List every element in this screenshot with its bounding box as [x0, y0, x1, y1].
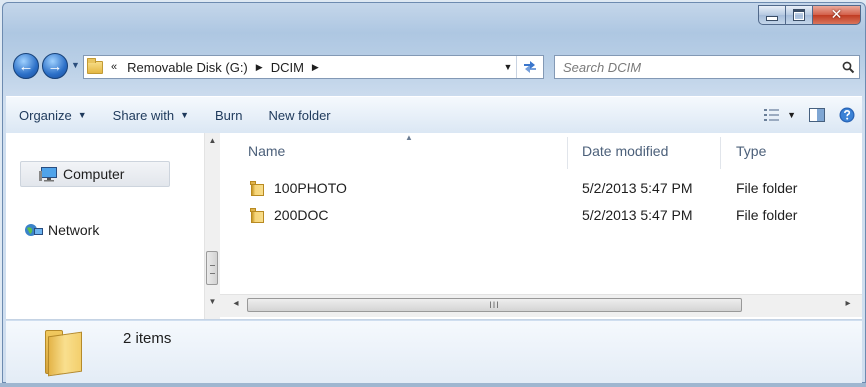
help-icon [839, 107, 855, 123]
table-row[interactable]: 100PHOTO 5/2/2013 5:47 PM File folder [220, 177, 862, 199]
maximize-icon [793, 9, 805, 21]
folder-icon [250, 207, 266, 223]
column-divider[interactable] [567, 137, 568, 169]
navigation-pane-scrollbar[interactable]: ▲ ▼ [204, 133, 220, 319]
computer-icon [39, 166, 59, 182]
scroll-up-icon[interactable]: ▲ [205, 133, 220, 149]
breadcrumb-overflow-button[interactable]: « [111, 61, 117, 73]
toolbar-right: ▼ [757, 107, 862, 123]
network-icon [24, 222, 44, 238]
sort-ascending-icon: ▲ [405, 133, 413, 142]
file-name: 200DOC [274, 207, 329, 223]
folder-icon [42, 330, 82, 377]
column-header-date-modified[interactable]: Date modified [582, 133, 668, 169]
preview-pane-icon [809, 108, 825, 122]
date-modified-cell: 5/2/2013 5:47 PM [582, 207, 693, 223]
breadcrumb-removable-disk[interactable]: Removable Disk (G:) [127, 60, 248, 75]
address-bar[interactable]: « Removable Disk (G:) ▶ DCIM ▶ ▼ [83, 55, 544, 79]
chevron-down-icon: ▼ [77, 110, 87, 120]
change-view-button[interactable] [757, 109, 787, 121]
breadcrumb-dcim[interactable]: DCIM [271, 60, 304, 75]
forward-arrow-icon: → [47, 57, 63, 75]
type-cell: File folder [736, 180, 798, 196]
search-input[interactable] [555, 58, 837, 76]
view-details-icon [764, 109, 780, 121]
refresh-icon [524, 61, 536, 73]
close-button[interactable]: ✕ [813, 5, 861, 25]
back-arrow-icon: ← [18, 57, 34, 75]
type-cell: File folder [736, 207, 798, 223]
share-with-label: Share with [112, 107, 175, 123]
content-area: Computer Network ▲ ▼ Name ▲ Date modifie… [6, 133, 862, 320]
caption-buttons: ✕ [758, 5, 861, 25]
organize-button[interactable]: Organize ▼ [6, 108, 100, 123]
share-with-button[interactable]: Share with ▼ [100, 108, 202, 123]
scroll-left-icon[interactable]: ◂ [228, 298, 244, 309]
minimize-button[interactable] [758, 5, 786, 25]
preview-pane-button[interactable] [802, 108, 832, 122]
breadcrumb-chevron-icon[interactable]: ▶ [256, 62, 263, 73]
column-header-name[interactable]: Name [248, 133, 285, 169]
folder-icon [87, 58, 105, 75]
view-options-button[interactable]: ▼ [787, 110, 796, 120]
date-modified-cell: 5/2/2013 5:47 PM [582, 180, 693, 196]
scroll-right-icon[interactable]: ▸ [840, 298, 856, 309]
back-button[interactable]: ← [13, 53, 39, 79]
chevron-down-icon: ▼ [71, 60, 80, 70]
navigation-bar: ← → ▼ « Removable Disk (G:) ▶ DCIM ▶ ▼ [13, 52, 861, 82]
help-button[interactable] [832, 107, 862, 123]
scroll-down-icon[interactable]: ▼ [205, 294, 220, 310]
details-pane: 2 items [6, 321, 862, 383]
file-name-cell[interactable]: 200DOC [250, 207, 328, 223]
forward-button[interactable]: → [42, 53, 68, 79]
file-name-cell[interactable]: 100PHOTO [250, 180, 347, 196]
scroll-grip: III [489, 300, 500, 310]
file-name: 100PHOTO [274, 180, 347, 196]
command-bar: Organize ▼ Share with ▼ Burn New folder … [6, 96, 862, 134]
organize-label: Organize [19, 107, 72, 123]
scroll-thumb[interactable] [206, 251, 218, 285]
search-box[interactable] [554, 55, 860, 79]
search-icon[interactable] [837, 61, 859, 74]
address-dropdown-button[interactable]: ▼ [500, 62, 516, 72]
close-icon: ✕ [830, 7, 843, 23]
minimize-icon [766, 16, 778, 21]
column-divider[interactable] [720, 137, 721, 169]
nav-item-computer[interactable]: Computer [20, 161, 170, 187]
new-folder-button[interactable]: New folder [255, 108, 343, 123]
maximize-button[interactable] [786, 5, 813, 25]
recent-pages-button[interactable]: ▼ [71, 60, 80, 70]
scroll-thumb[interactable]: III [247, 298, 742, 312]
nav-item-label: Computer [63, 166, 125, 182]
chevron-down-icon: ▼ [180, 110, 190, 120]
explorer-window: ✕ ← → ▼ « Removable Disk (G:) ▶ DCIM ▶ ▼ [2, 2, 866, 383]
desktop-edge [0, 383, 866, 387]
table-row[interactable]: 200DOC 5/2/2013 5:47 PM File folder [220, 204, 862, 226]
navigation-pane: Computer Network [6, 133, 200, 294]
nav-item-network[interactable]: Network [6, 220, 99, 240]
folder-icon [250, 180, 266, 196]
breadcrumb-chevron-icon[interactable]: ▶ [312, 62, 319, 73]
file-list: Name ▲ Date modified Type 100PHOTO 5/2/2… [220, 133, 862, 294]
nav-item-label: Network [48, 222, 100, 238]
refresh-button[interactable] [516, 56, 543, 78]
burn-button[interactable]: Burn [202, 108, 255, 123]
column-header-type[interactable]: Type [736, 133, 766, 169]
item-count: 2 items [123, 330, 172, 347]
horizontal-scrollbar[interactable]: ◂ III ▸ [220, 294, 862, 317]
